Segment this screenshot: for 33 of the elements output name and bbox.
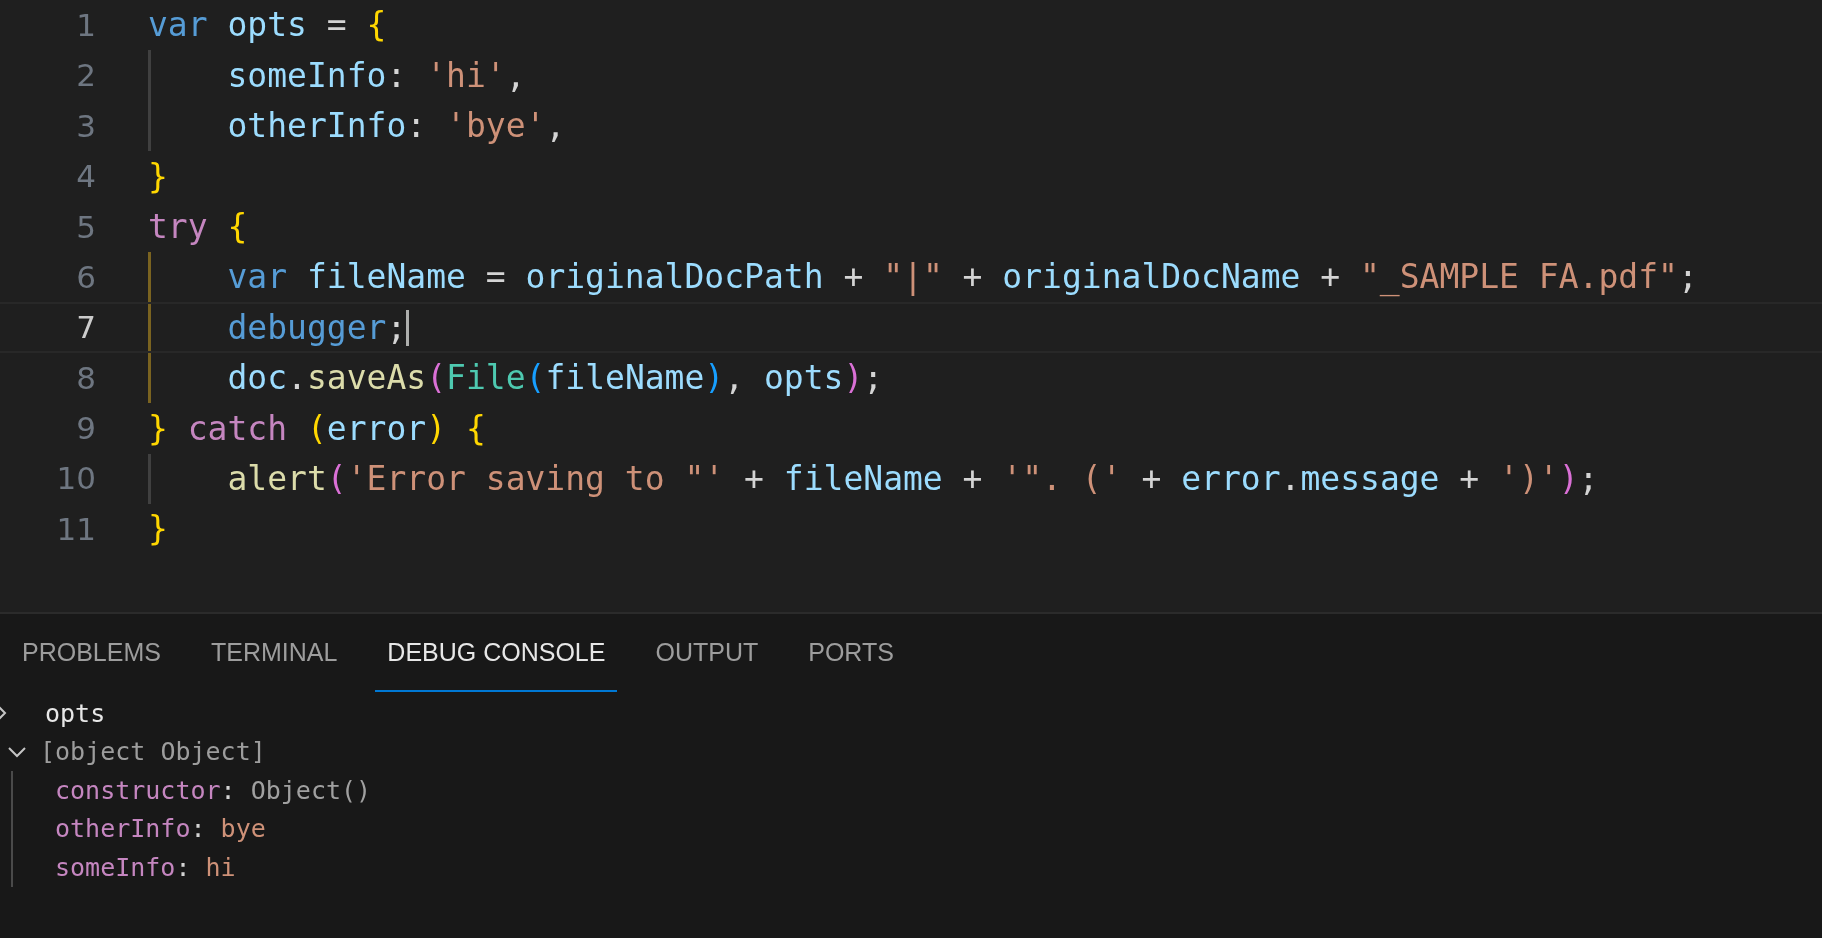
code-line: } catch (error) { bbox=[148, 407, 486, 450]
text-cursor bbox=[406, 309, 410, 346]
line-number: 2 bbox=[75, 56, 96, 96]
line-number: 11 bbox=[55, 509, 96, 549]
line-number: 4 bbox=[75, 157, 96, 197]
property-entry: constructor: Object() bbox=[55, 774, 372, 807]
code-line: var opts = { bbox=[148, 4, 387, 47]
line-number: 5 bbox=[75, 207, 96, 247]
line-number: 7 bbox=[75, 308, 96, 348]
panel-tab[interactable]: PORTS bbox=[796, 616, 906, 692]
property-entry: otherInfo: bye bbox=[55, 813, 266, 845]
panel-tab[interactable]: OUTPUT bbox=[643, 616, 771, 692]
code-line: try { bbox=[148, 206, 248, 248]
line-number: 8 bbox=[75, 358, 96, 398]
code-line: debugger; bbox=[227, 306, 407, 349]
code-line: doc.saveAs(File(fileName), opts); bbox=[227, 357, 884, 400]
line-number: 1 bbox=[75, 5, 96, 45]
panel-tab[interactable]: DEBUG CONSOLE bbox=[375, 616, 618, 692]
code-line: } bbox=[148, 155, 168, 198]
console-object[interactable]: [object Object] bbox=[40, 733, 266, 771]
code-line: otherInfo: 'bye', bbox=[227, 105, 566, 148]
property-entry: someInfo: hi bbox=[55, 851, 236, 884]
line-number: 10 bbox=[55, 459, 96, 499]
panel-tab[interactable]: PROBLEMS bbox=[10, 616, 173, 692]
console-expression: opts bbox=[45, 697, 106, 730]
line-number: 9 bbox=[75, 409, 96, 449]
code-line: alert('Error saving to "' + fileName + '". (' + error.message + ')'); bbox=[227, 457, 1599, 500]
code-line: var fileName = originalDocPath + "|" + originalDocName + "_SAMPLE FA.pdf"; bbox=[227, 256, 1698, 299]
panel-tab[interactable]: TERMINAL bbox=[198, 616, 350, 692]
line-number: 6 bbox=[75, 257, 96, 297]
code-line: } bbox=[148, 508, 168, 551]
line-number: 3 bbox=[75, 106, 96, 146]
code-line: someInfo: 'hi', bbox=[227, 54, 526, 97]
